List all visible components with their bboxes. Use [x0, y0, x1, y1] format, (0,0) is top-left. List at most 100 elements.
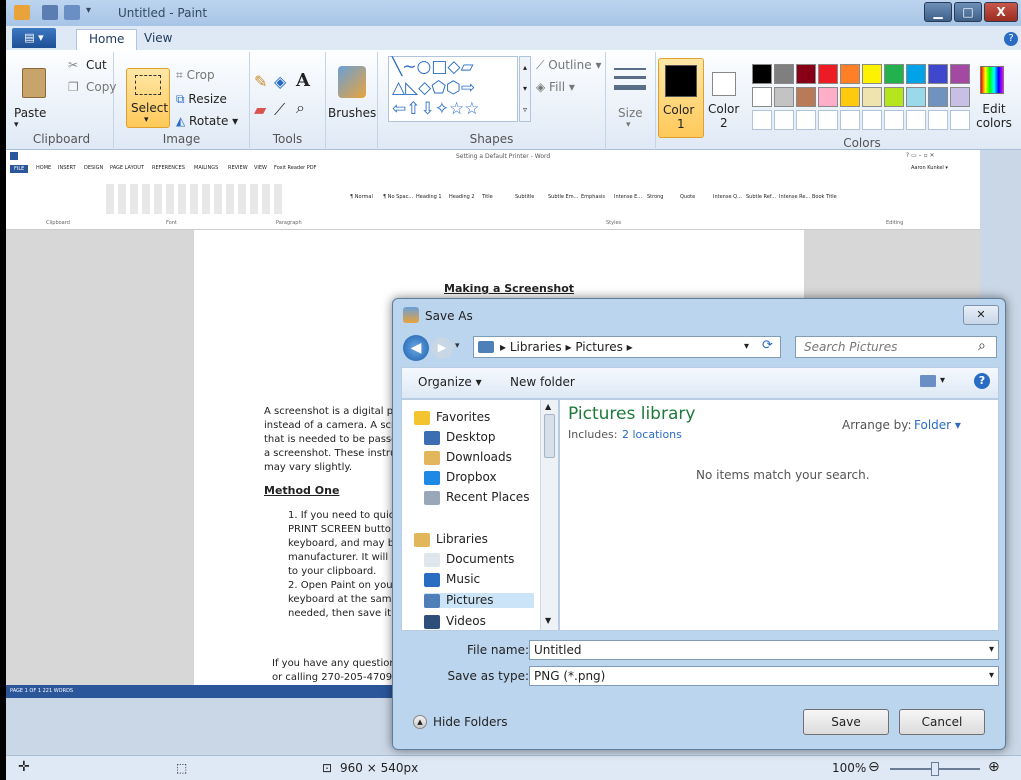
nav-item-pictures[interactable]: Pictures — [424, 593, 534, 608]
search-box[interactable]: Search Pictures ⌕ — [795, 336, 997, 358]
scroll-up-icon[interactable]: ▲ — [545, 402, 551, 411]
nav-item-recent-places[interactable]: Recent Places — [424, 490, 529, 505]
pencil-icon[interactable]: ✎ — [254, 72, 267, 91]
palette-swatch[interactable] — [774, 87, 794, 107]
view-dropdown-icon[interactable]: ▾ — [940, 375, 945, 386]
search-icon[interactable]: ⌕ — [978, 338, 986, 354]
eraser-icon[interactable]: ▰ — [254, 100, 266, 119]
save-button[interactable]: Save — [803, 709, 889, 735]
palette-swatch[interactable] — [752, 64, 772, 84]
dialog-close-button[interactable]: ✕ — [963, 305, 999, 325]
nav-item-desktop[interactable]: Desktop — [424, 430, 496, 445]
outline-button[interactable]: ⟋ Outline ▾ — [536, 58, 601, 73]
palette-swatch[interactable] — [752, 110, 772, 130]
brushes-button[interactable]: Brushes — [328, 106, 376, 120]
paint-app-icon[interactable] — [14, 5, 30, 20]
palette-swatch[interactable] — [884, 87, 904, 107]
palette-swatch[interactable] — [818, 87, 838, 107]
nav-scrollbar[interactable]: ▲ ▼ — [540, 400, 558, 630]
customize-qa-icon[interactable]: ▾ — [86, 5, 96, 20]
save-quick-icon[interactable] — [42, 5, 58, 20]
rotate-button[interactable]: ◭ Rotate ▾ — [176, 114, 238, 128]
size-button[interactable]: Size — [618, 106, 643, 120]
palette-swatch[interactable] — [928, 87, 948, 107]
nav-item-videos[interactable]: Videos — [424, 614, 486, 629]
undo-icon[interactable] — [64, 5, 80, 20]
cut-button[interactable]: Cut — [86, 58, 107, 72]
file-menu-button[interactable]: ▤ ▾ — [12, 28, 56, 48]
palette-swatch[interactable] — [906, 87, 926, 107]
palette-swatch[interactable] — [796, 64, 816, 84]
minimize-button[interactable]: ▁ — [924, 2, 952, 22]
nav-item-music[interactable]: Music — [424, 572, 480, 587]
edit-colors-button[interactable]: Edit colors — [968, 60, 1018, 140]
view-options-icon[interactable] — [920, 375, 936, 387]
size-dropdown-icon[interactable]: ▾ — [626, 120, 631, 130]
help-icon[interactable]: ? — [1004, 32, 1018, 46]
magnifier-icon[interactable]: ⌕ — [296, 98, 305, 118]
palette-swatch[interactable] — [796, 87, 816, 107]
maximize-button[interactable]: □ — [954, 2, 982, 22]
scroll-down-icon[interactable]: ▼ — [545, 616, 551, 625]
recent-pages-icon[interactable]: ▾ — [455, 341, 460, 351]
palette-swatch[interactable] — [796, 110, 816, 130]
file-list-pane[interactable]: Pictures library Includes: 2 locations A… — [559, 399, 999, 631]
paste-dropdown-icon[interactable]: ▾ — [14, 120, 19, 130]
back-button[interactable]: ◀ — [403, 335, 429, 361]
shapes-scroll[interactable]: ▴ ▾ ▿ — [519, 56, 531, 122]
palette-swatch[interactable] — [840, 87, 860, 107]
tab-home[interactable]: Home — [76, 29, 138, 50]
color-picker-icon[interactable]: ⟋ — [274, 100, 285, 120]
filename-input[interactable]: Untitled ▾ — [529, 640, 999, 660]
crop-button[interactable]: ⌗ Crop — [176, 68, 215, 83]
copy-button[interactable]: Copy — [86, 80, 116, 94]
arrange-dropdown[interactable]: Folder ▾ — [914, 418, 961, 432]
palette-swatch[interactable] — [862, 87, 882, 107]
color1-button[interactable]: Color 1 — [658, 58, 704, 138]
cancel-button[interactable]: Cancel — [899, 709, 985, 735]
save-type-dropdown-icon[interactable]: ▾ — [989, 670, 994, 681]
hide-folders-button[interactable]: Hide Folders — [433, 715, 508, 729]
palette-swatch[interactable] — [862, 64, 882, 84]
palette-swatch[interactable] — [774, 64, 794, 84]
palette-swatch[interactable] — [884, 64, 904, 84]
palette-swatch[interactable] — [818, 64, 838, 84]
hide-folders-icon[interactable]: ▲ — [413, 715, 427, 729]
address-dropdown-icon[interactable]: ▾ — [744, 341, 749, 352]
filename-dropdown-icon[interactable]: ▾ — [989, 644, 994, 655]
palette-swatch[interactable] — [818, 110, 838, 130]
palette-swatch[interactable] — [950, 64, 970, 84]
nav-item-documents[interactable]: Documents — [424, 552, 514, 567]
zoom-out-button[interactable]: ⊖ — [868, 759, 880, 775]
nav-item-libraries[interactable]: Libraries — [414, 532, 488, 547]
palette-swatch[interactable] — [862, 110, 882, 130]
palette-swatch[interactable] — [840, 110, 860, 130]
forward-button[interactable]: ▶ — [431, 337, 453, 359]
search-input[interactable]: Search Pictures — [804, 340, 897, 354]
palette-swatch[interactable] — [774, 110, 794, 130]
palette-swatch[interactable] — [928, 64, 948, 84]
palette-swatch[interactable] — [884, 110, 904, 130]
organize-button[interactable]: Organize ▾ — [418, 375, 482, 389]
zoom-in-button[interactable]: ⊕ — [988, 759, 1000, 775]
address-bar[interactable]: ▸ Libraries ▸ Pictures ▸ ▾ ⟳ — [473, 336, 781, 358]
palette-swatch[interactable] — [950, 110, 970, 130]
palette-swatch[interactable] — [950, 87, 970, 107]
nav-item-favorites[interactable]: Favorites — [414, 410, 490, 425]
nav-scroll-thumb[interactable] — [544, 414, 555, 458]
paste-button[interactable]: Paste — [14, 106, 46, 120]
locations-link[interactable]: 2 locations — [622, 428, 682, 441]
shapes-gallery[interactable]: ╲∼○□◇▱ △◺◇⬠⬡⇨ ⇦⇧⇩✧☆☆ — [388, 56, 518, 122]
palette-swatch[interactable] — [752, 87, 772, 107]
color2-button[interactable]: Color 2 — [706, 58, 748, 138]
select-button[interactable]: Select ▾ — [126, 68, 170, 128]
fill-button[interactable]: ◈ Fill ▾ — [536, 80, 575, 94]
palette-swatch[interactable] — [840, 64, 860, 84]
save-type-select[interactable]: PNG (*.png) ▾ — [529, 666, 999, 686]
dialog-help-icon[interactable]: ? — [974, 373, 990, 389]
nav-item-downloads[interactable]: Downloads — [424, 450, 512, 465]
zoom-slider-thumb[interactable] — [931, 762, 939, 776]
palette-swatch[interactable] — [906, 110, 926, 130]
tab-view[interactable]: View — [132, 29, 184, 50]
breadcrumb[interactable]: ▸ Libraries ▸ Pictures ▸ — [500, 340, 633, 354]
